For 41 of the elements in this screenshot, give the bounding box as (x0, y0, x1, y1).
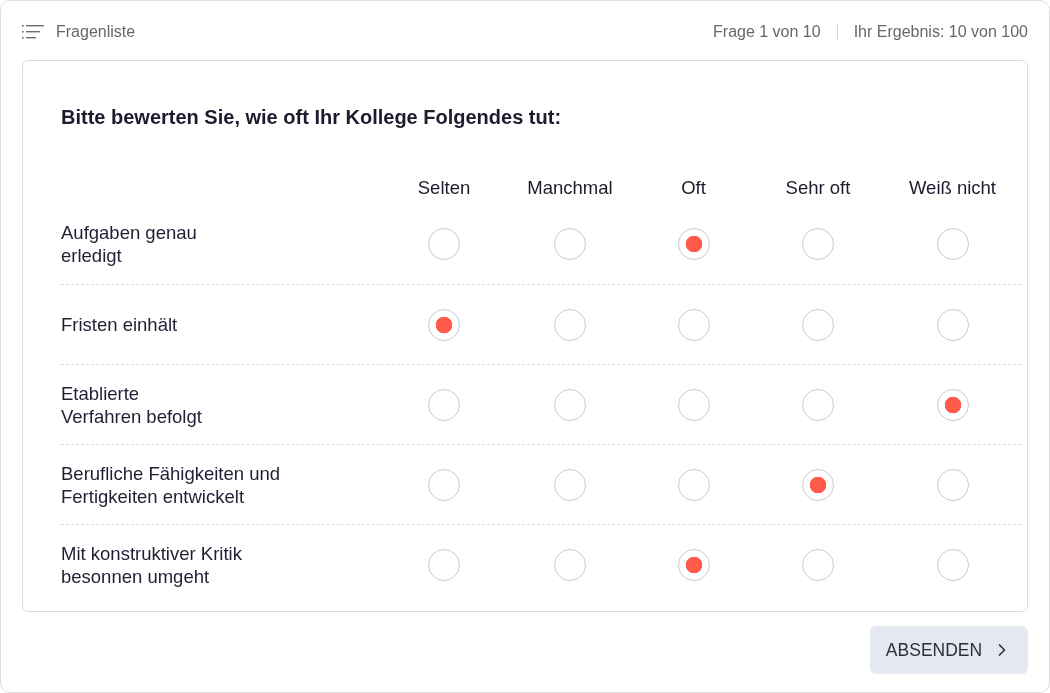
radio-button[interactable] (554, 388, 586, 421)
radio-button[interactable] (802, 388, 834, 421)
radio-button[interactable] (802, 548, 834, 581)
statement-label: Mit konstruktiver Kritik besonnen umgeht (61, 541, 243, 588)
option-header: Manchmal (527, 177, 613, 199)
radio-button[interactable] (936, 468, 969, 501)
list-icon[interactable] (22, 24, 44, 39)
radio-button[interactable] (802, 228, 834, 260)
submit-button[interactable]: ABSENDEN (870, 626, 1028, 674)
radio-button[interactable] (554, 228, 586, 260)
radio-button[interactable] (554, 308, 586, 341)
statement-label: Aufgaben genau erledigt (61, 221, 198, 267)
radio-button[interactable] (677, 548, 710, 581)
radio-button[interactable] (802, 468, 834, 501)
radio-button[interactable] (936, 548, 969, 581)
option-header: Sehr oft (785, 177, 851, 199)
statement-label: Etablierte Verfahren befolgt (61, 381, 203, 428)
radio-button[interactable] (428, 228, 460, 260)
question-list-link[interactable]: Fragenliste (56, 22, 136, 41)
radio-button[interactable] (677, 388, 710, 421)
radio-button[interactable] (936, 308, 969, 341)
statement-label: Fristen einhält (61, 313, 179, 336)
radio-button[interactable] (677, 308, 710, 341)
option-header: Weiß nicht (908, 177, 996, 199)
radio-button[interactable] (936, 388, 969, 421)
radio-button[interactable] (428, 388, 460, 421)
radio-button[interactable] (677, 228, 710, 260)
radio-button[interactable] (554, 548, 586, 581)
radio-button[interactable] (677, 468, 710, 501)
radio-button[interactable] (554, 468, 586, 501)
radio-button[interactable] (428, 308, 460, 341)
question-title: Bitte bewerten Sie, wie oft Ihr Kollege Folgendes tut: (61, 105, 563, 129)
statement-label: Berufliche Fähigkeiten und Fertigkeiten entwickelt (61, 461, 282, 508)
score-text: Ihr Ergebnis: 10 von 100 (853, 22, 1028, 41)
radio-button[interactable] (936, 228, 969, 260)
progress-text: Frage 1 von 10 (713, 22, 821, 41)
option-header: Selten (417, 177, 471, 199)
radio-button[interactable] (428, 468, 460, 501)
option-header: Oft (681, 177, 706, 199)
radio-button[interactable] (802, 308, 834, 341)
radio-button[interactable] (428, 548, 460, 581)
